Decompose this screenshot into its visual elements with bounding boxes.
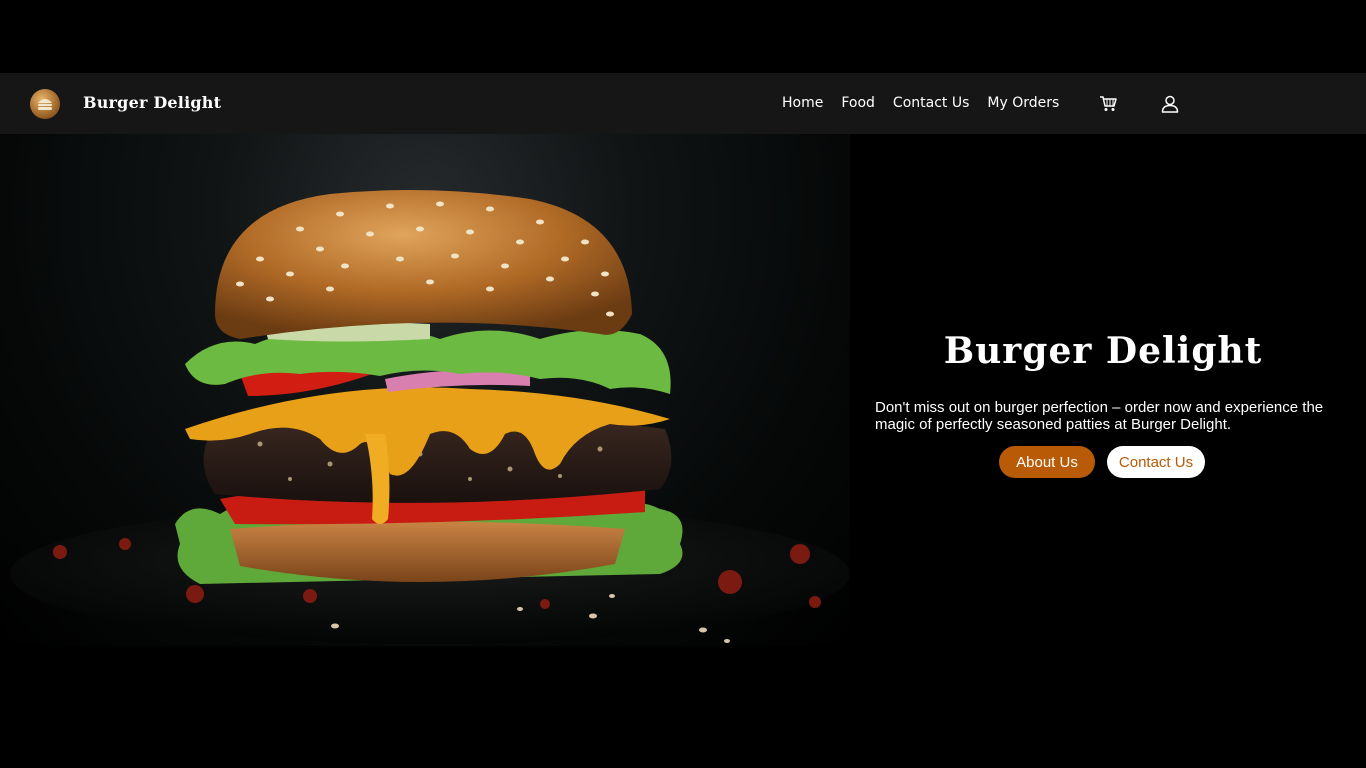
hero-description: Don't miss out on burger perfection – or… <box>875 399 1324 433</box>
hero-burger-image <box>0 134 850 646</box>
cart-icon[interactable] <box>1099 95 1117 116</box>
nav-home[interactable]: Home <box>782 95 823 111</box>
nav-my-orders[interactable]: My Orders <box>987 95 1059 111</box>
contact-us-button[interactable]: Contact Us <box>1107 446 1205 478</box>
brand-name[interactable]: Burger Delight <box>83 93 221 112</box>
nav-links: Home Food Contact Us My Orders <box>782 95 1059 111</box>
user-icon[interactable] <box>1161 95 1179 117</box>
navbar: Burger Delight Home Food Contact Us My O… <box>0 73 1366 134</box>
nav-food[interactable]: Food <box>841 95 875 111</box>
about-us-button[interactable]: About Us <box>999 446 1095 478</box>
burger-icon <box>38 99 52 110</box>
nav-contact-us[interactable]: Contact Us <box>893 95 969 111</box>
hero-title: Burger Delight <box>943 330 1263 372</box>
logo[interactable] <box>30 89 60 119</box>
